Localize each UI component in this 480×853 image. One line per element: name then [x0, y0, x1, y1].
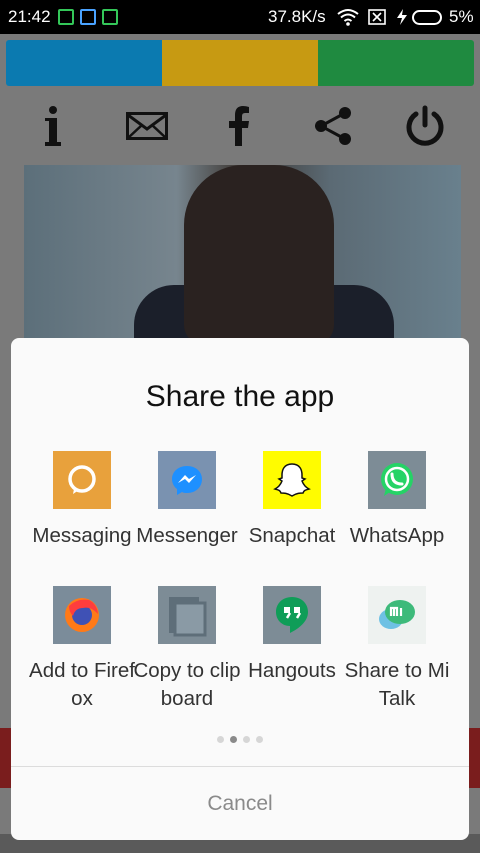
share-target-messaging[interactable]: Messaging	[26, 451, 138, 550]
color-bar-blue	[6, 40, 162, 86]
share-target-label: Share to Mi Talk	[344, 659, 450, 710]
page-dot-active	[230, 736, 237, 743]
color-bar-yellow	[162, 40, 318, 86]
share-target-messenger[interactable]: Messenger	[131, 451, 243, 550]
page-dot	[217, 736, 224, 743]
hangouts-icon	[263, 586, 321, 644]
share-target-hangouts[interactable]: Hangouts	[236, 586, 348, 685]
share-icon[interactable]	[308, 100, 358, 152]
share-target-clipboard[interactable]: Copy to clipboard	[131, 586, 243, 713]
page-dot	[243, 736, 250, 743]
featured-photo	[24, 165, 461, 345]
messenger-icon	[158, 451, 216, 509]
page-indicator	[11, 736, 469, 743]
wifi-icon	[337, 9, 359, 26]
status-time: 21:42	[8, 7, 51, 26]
clipboard-icon	[158, 586, 216, 644]
facebook-icon[interactable]	[214, 100, 264, 152]
messaging-icon	[53, 451, 111, 509]
share-target-firefox[interactable]: Add to Firefox	[26, 586, 138, 713]
color-bar-green	[318, 40, 474, 86]
status-bar: 21:42 37.8K/s 5%	[0, 0, 480, 34]
battery-icon	[412, 10, 442, 25]
share-target-label: Copy to clipboard	[133, 659, 241, 710]
app-notification-icon	[58, 9, 74, 25]
share-target-label: Snapchat	[248, 524, 336, 547]
battery-percent: 5%	[449, 7, 474, 26]
image-notification-icon	[80, 9, 96, 25]
color-bar	[6, 40, 474, 86]
network-speed: 37.8K/s	[268, 7, 326, 26]
snapchat-icon	[263, 451, 321, 509]
page-dot	[256, 736, 263, 743]
cancel-button[interactable]: Cancel	[11, 767, 469, 840]
share-target-mi-talk[interactable]: Share to Mi Talk	[341, 586, 453, 713]
power-icon[interactable]	[400, 100, 450, 152]
share-target-label: Add to Firefox	[29, 659, 135, 710]
share-target-label: Messenger	[136, 524, 238, 547]
share-target-whatsapp[interactable]: WhatsApp	[341, 451, 453, 550]
android-notification-icon	[102, 9, 118, 25]
info-icon[interactable]	[28, 100, 78, 152]
whatsapp-icon	[368, 451, 426, 509]
share-dialog: Share the app Messaging Messenger Snapch…	[11, 338, 469, 840]
share-dialog-title: Share the app	[145, 380, 335, 413]
share-target-snapchat[interactable]: Snapchat	[236, 451, 348, 550]
share-target-label: Messaging	[32, 524, 132, 547]
mail-icon[interactable]	[122, 100, 172, 152]
charging-icon	[397, 9, 407, 25]
mi-talk-icon	[368, 586, 426, 644]
no-sim-icon	[368, 9, 386, 25]
firefox-icon	[53, 586, 111, 644]
share-target-label: WhatsApp	[349, 524, 445, 547]
toolbar	[0, 96, 480, 156]
share-target-label: Hangouts	[248, 659, 336, 682]
